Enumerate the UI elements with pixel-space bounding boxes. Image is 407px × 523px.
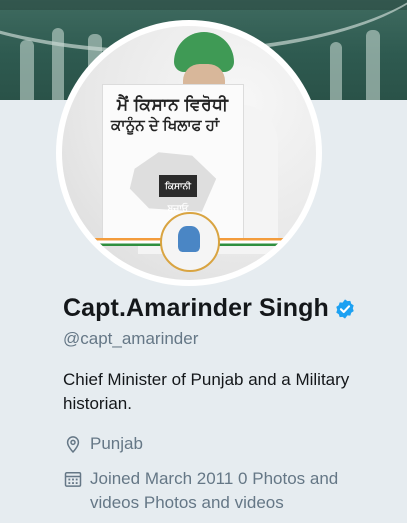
- placard-line-2: ਕਾਨੂੰਨ ਦੇ ਖਿਲਾਫ ਹਾਂ: [111, 117, 220, 134]
- placard-line-1: ਮੈਂ ਕਿਸਾਨ ਵਿਰੋਧੀ: [117, 95, 229, 114]
- profile-location: Punjab: [63, 432, 143, 456]
- profile-handle[interactable]: @capt_amarinder: [63, 329, 198, 349]
- profile-name: Capt.Amarinder Singh: [63, 294, 329, 322]
- calendar-icon: [64, 472, 82, 487]
- profile-bio: Chief Minister of Punjab and a Military …: [63, 370, 350, 413]
- banner-figure: [366, 30, 380, 100]
- profile-avatar[interactable]: ਮੈਂ ਕਿਸਾਨ ਵਿਰੋਧੀ ਕਾਨੂੰਨ ਦੇ ਖਿਲਾਫ ਹਾਂ ਕਿਸ…: [56, 20, 322, 286]
- verified-badge-icon[interactable]: [334, 298, 356, 320]
- avatar-emblem: [160, 212, 220, 272]
- avatar-photo: ਮੈਂ ਕਿਸਾਨ ਵਿਰੋਧੀ ਕਾਨੂੰਨ ਦੇ ਖਿਲਾਫ ਹਾਂ ਕਿਸ…: [62, 26, 316, 280]
- location-pin-icon: [66, 436, 80, 453]
- location-text: Punjab: [90, 434, 143, 453]
- joined-text: Joined March 2011 0 Photos and videos Ph…: [90, 469, 339, 512]
- banner-figure: [20, 40, 34, 100]
- profile-joined: Joined March 2011 0 Photos and videos Ph…: [63, 467, 363, 515]
- profile-name-row: Capt.Amarinder Singh: [63, 294, 356, 323]
- placard-tag: ਕਿਸਾਨੀ ਬਚਾਓ: [159, 175, 197, 213]
- banner-figure: [330, 42, 342, 100]
